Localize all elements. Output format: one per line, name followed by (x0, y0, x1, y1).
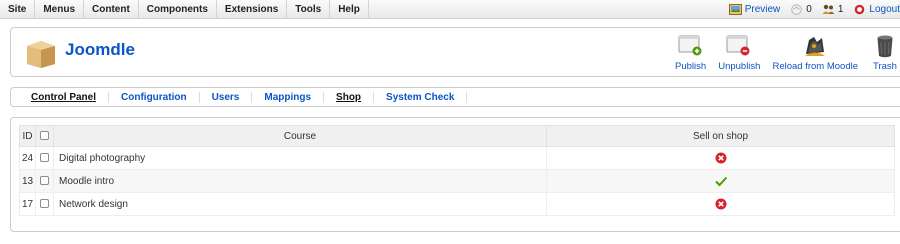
menu-extensions[interactable]: Extensions (217, 0, 288, 19)
messages-count: 0 (806, 4, 812, 15)
sell-on-shop-cell (546, 169, 895, 193)
reload-label: Reload from Moodle (772, 61, 858, 72)
main-menu: Site Menus Content Components Extensions… (0, 0, 369, 19)
row-checkbox[interactable] (40, 176, 49, 186)
unpublish-button[interactable]: Unpublish (718, 34, 760, 74)
select-all-checkbox[interactable] (40, 131, 49, 141)
unpublish-label: Unpublish (718, 61, 761, 72)
submenu-configuration[interactable]: Configuration (109, 91, 200, 103)
row-checkbox-cell (35, 169, 54, 193)
row-course-name: Digital photography (53, 146, 547, 170)
content-panel: ID Course Sell on shop 24 Digital photog… (10, 117, 900, 232)
submenu-shop[interactable]: Shop (324, 91, 375, 103)
component-submenu: Control Panel Configuration Users Mappin… (10, 87, 900, 107)
table-row: 24 Digital photography (19, 146, 895, 170)
sell-on-shop-cell (546, 146, 895, 170)
row-id: 13 (19, 169, 36, 193)
menu-menus[interactable]: Menus (35, 0, 85, 19)
top-menu-bar: Site Menus Content Components Extensions… (0, 0, 900, 19)
menu-components[interactable]: Components (139, 0, 217, 19)
menu-content[interactable]: Content (84, 0, 139, 19)
not-on-sale-icon[interactable] (715, 198, 727, 210)
column-header-select-all (35, 125, 54, 147)
row-checkbox-cell (35, 192, 54, 216)
preview-link[interactable]: Preview (728, 4, 781, 15)
menu-help[interactable]: Help (330, 0, 369, 19)
logout-label: Logout (869, 4, 900, 15)
trash-icon (870, 34, 900, 58)
preview-icon (728, 4, 742, 15)
status-area: Preview 0 1 Logout (719, 0, 900, 19)
row-checkbox[interactable] (40, 153, 49, 163)
logout-link[interactable]: Logout (853, 4, 900, 15)
on-sale-check-icon[interactable] (714, 175, 727, 187)
submenu-system-check[interactable]: System Check (374, 91, 468, 103)
table-row: 13 Moodle intro (19, 169, 895, 193)
row-course-name: Moodle intro (53, 169, 547, 193)
users-icon (822, 4, 835, 14)
users-indicator[interactable]: 1 (822, 4, 844, 15)
table-row: 17 Network design (19, 192, 895, 216)
column-header-sell-on-shop[interactable]: Sell on shop (546, 125, 895, 147)
row-checkbox-cell (35, 146, 54, 170)
trash-button[interactable]: Trash (870, 34, 900, 74)
menu-site[interactable]: Site (0, 0, 36, 19)
publish-button[interactable]: Publish (675, 34, 706, 74)
row-id: 24 (19, 146, 36, 170)
publish-icon (676, 34, 706, 58)
preview-label: Preview (744, 4, 781, 15)
row-id: 17 (19, 192, 36, 216)
joomdle-box-icon (27, 41, 55, 68)
submenu-users[interactable]: Users (200, 91, 253, 103)
publish-label: Publish (675, 61, 707, 72)
submenu-mappings[interactable]: Mappings (252, 91, 325, 103)
reload-from-moodle-button[interactable]: Reload from Moodle (772, 34, 858, 74)
users-count: 1 (837, 4, 844, 15)
column-header-course[interactable]: Course (53, 125, 547, 147)
toolbar: Publish Unpublish Reload from Moodle Tra… (663, 34, 900, 74)
messages-indicator[interactable]: 0 (790, 4, 812, 15)
reload-icon (800, 34, 830, 58)
menu-tools[interactable]: Tools (287, 0, 331, 19)
not-on-sale-icon[interactable] (715, 152, 727, 164)
submenu-control-panel[interactable]: Control Panel (11, 91, 110, 103)
column-header-id[interactable]: ID (19, 125, 36, 147)
sell-on-shop-cell (546, 192, 895, 216)
page-title: Joomdle (65, 40, 135, 59)
logout-icon (855, 4, 865, 15)
row-course-name: Network design (53, 192, 547, 216)
table-header-row: ID Course Sell on shop (19, 125, 895, 147)
row-checkbox[interactable] (40, 199, 49, 209)
trash-label: Trash (873, 61, 897, 72)
header-panel: Joomdle Publish Unpublish Reload from Mo… (10, 27, 900, 77)
courses-table: ID Course Sell on shop 24 Digital photog… (19, 125, 895, 216)
messages-icon (791, 4, 803, 15)
unpublish-icon (724, 34, 754, 58)
